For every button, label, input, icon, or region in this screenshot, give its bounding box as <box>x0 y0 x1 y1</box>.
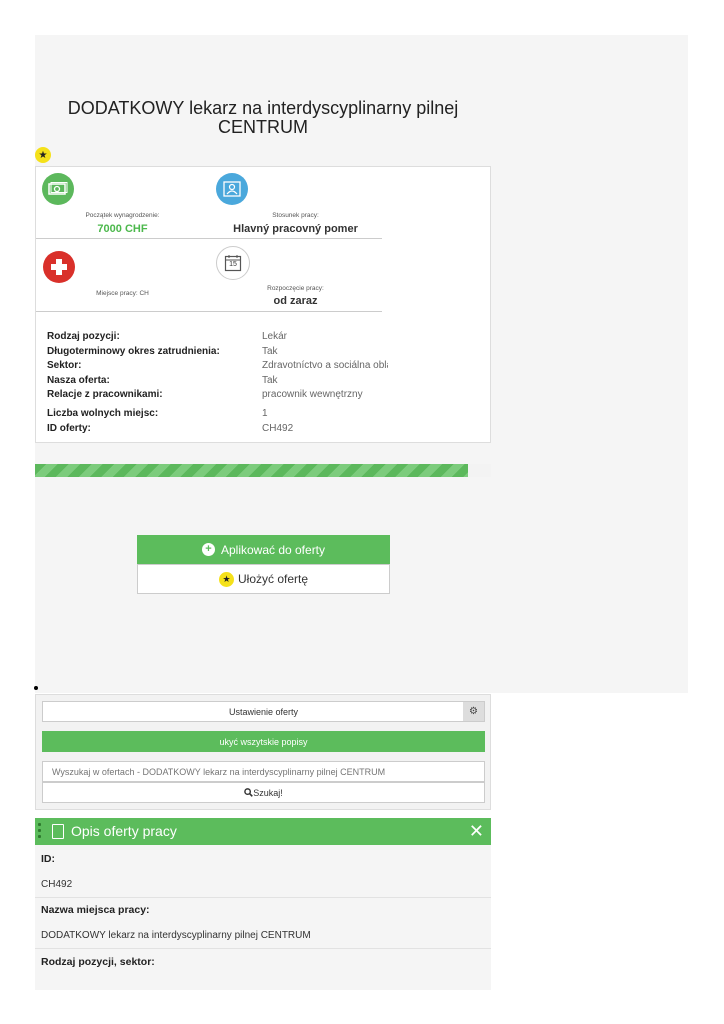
apply-button-label: Aplikować do oferty <box>220 542 326 557</box>
job-title: DODATKOWY lekarz na interdyscyplinarny p… <box>67 98 459 137</box>
star-icon: ★ <box>218 571 234 587</box>
save-offer-button[interactable]: ★ Ułożyć ofertę <box>137 564 390 594</box>
detail-key: Liczba wolnych miejsc: <box>47 408 159 419</box>
money-icon <box>42 173 74 205</box>
list-bullet <box>34 686 38 690</box>
search-button[interactable]: Szukaj! <box>42 782 485 803</box>
description-header: Opis oferty pracy ✕ <box>35 818 491 845</box>
id-value: CH492 <box>41 879 73 890</box>
apply-button[interactable]: + Aplikować do oferty <box>137 535 390 564</box>
workplace-value: DODATKOWY lekarz na interdyscyplinarny p… <box>41 930 311 941</box>
start-cell: 15 Rozpoczęcie pracy: od zaraz <box>209 240 382 312</box>
detail-value: Zdravotníctvo a sociálna oblasť <box>262 360 388 371</box>
calendar-day: 15 <box>229 261 237 268</box>
offer-tools-panel: Ustawienie oferty ⚙ ukyć wszytskie popis… <box>35 694 491 810</box>
location-label: Miejsce pracy: CH <box>96 290 149 297</box>
plus-circle-icon: + <box>201 543 215 556</box>
detail-row: Sektor: Zdravotníctvo a sociálna oblasť <box>47 359 477 373</box>
detail-row: ID oferty: CH492 <box>47 422 477 436</box>
detail-value: Tak <box>262 345 278 357</box>
divider <box>35 948 491 949</box>
contract-cell: Stosunek pracy: Hlavný pracovný pomer <box>209 167 382 239</box>
detail-key: Sektor: <box>47 360 82 371</box>
save-offer-label: Ułożyć ofertę <box>237 572 309 586</box>
offer-settings-label: Ustawienie oferty <box>228 706 299 717</box>
detail-value: pracownik wewnętrzny <box>262 389 363 400</box>
detail-row: Relacje z pracownikami: pracownik wewnętr… <box>47 388 477 402</box>
calendar-icon: 15 <box>216 246 250 280</box>
search-icon <box>244 788 254 797</box>
start-label: Rozpoczęcie pracy: <box>267 285 324 292</box>
salary-cell: Początek wynagrodzenie: 7000 CHF <box>36 167 209 239</box>
id-card-icon <box>216 173 248 205</box>
detail-key: Rodzaj pozycji: <box>47 331 120 342</box>
contract-label: Stosunek pracy: <box>272 212 319 219</box>
divider <box>35 897 491 898</box>
drag-handle-icon[interactable] <box>38 823 42 840</box>
offer-search-input[interactable] <box>42 761 485 782</box>
detail-row: Liczba wolnych miejsc: 1 <box>47 407 477 421</box>
offer-progress-bar <box>35 464 491 477</box>
detail-key: Relacje z pracownikami: <box>47 389 163 400</box>
search-button-label: Szukaj! <box>253 787 283 798</box>
position-sector-label: Rodzaj pozycji, sektor: <box>41 956 155 968</box>
detail-value: CH492 <box>262 422 294 434</box>
salary-value: 7000 CHF <box>97 223 148 235</box>
detail-key: Długoterminowy okres zatrudnienia: <box>47 345 220 357</box>
document-icon <box>52 824 64 839</box>
detail-row: Nasza oferta: Tak <box>47 374 477 388</box>
detail-row: Długoterminowy okres zatrudnienia: Tak <box>47 345 477 359</box>
gear-icon[interactable]: ⚙ <box>463 702 484 721</box>
favorite-star-icon[interactable]: ★ <box>35 147 51 163</box>
offer-settings-button[interactable]: Ustawienie oferty ⚙ <box>42 701 485 722</box>
job-summary-card: Początek wynagrodzenie: 7000 CHF Stosune… <box>35 166 491 443</box>
detail-value: Lekár <box>262 331 288 342</box>
detail-value: 1 <box>262 408 268 419</box>
workplace-label: Nazwa miejsca pracy: <box>41 904 150 916</box>
detail-value: Tak <box>262 374 278 386</box>
description-body: ID: CH492 Nazwa miejsca pracy: DODATKOWY… <box>35 845 491 990</box>
id-label: ID: <box>41 853 55 865</box>
description-title: Opis oferty pracy <box>71 823 177 839</box>
start-value: od zaraz <box>273 295 318 307</box>
swiss-flag-icon <box>43 251 75 283</box>
salary-label: Początek wynagrodzenie: <box>85 212 160 219</box>
close-icon[interactable]: ✕ <box>469 821 484 842</box>
detail-key: ID oferty: <box>47 422 91 434</box>
detail-key: Nasza oferta: <box>47 374 110 386</box>
hide-all-button[interactable]: ukyć wszytskie popisy <box>42 731 485 752</box>
progress-fill <box>35 464 469 477</box>
detail-row: Rodzaj pozycji: Lekár <box>47 330 477 344</box>
location-cell: Miejsce pracy: CH <box>36 240 209 312</box>
hide-all-label: ukyć wszytskie popisy <box>219 736 308 747</box>
contract-value: Hlavný pracovný pomer <box>233 223 358 235</box>
